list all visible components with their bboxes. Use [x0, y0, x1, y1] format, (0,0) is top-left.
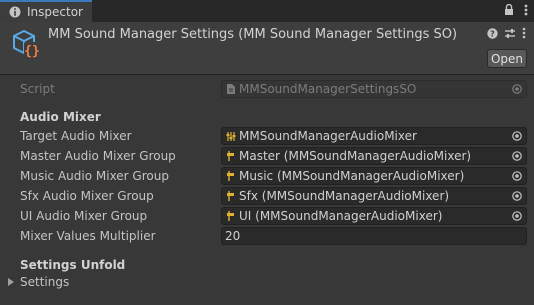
mixer-values-multiplier-label[interactable]: Mixer Values Multiplier	[20, 229, 156, 243]
mixer-values-multiplier-value: 20	[225, 229, 241, 243]
music-audio-mixer-group-value: Music (MMSoundManagerAudioMixer)	[239, 169, 465, 183]
music-audio-mixer-group-row: Music Audio Mixer Group Music (MMSoundMa…	[0, 166, 534, 186]
inspector-header: {} MM Sound Manager Settings (MM Sound M…	[0, 22, 534, 75]
target-audio-mixer-value: MMSoundManagerAudioMixer	[239, 129, 417, 143]
open-button[interactable]: Open	[487, 49, 527, 68]
settings-foldout[interactable]: Settings	[8, 275, 69, 289]
sfx-audio-mixer-group-row: Sfx Audio Mixer Group Sfx (MMSoundManage…	[0, 186, 534, 206]
ui-audio-mixer-group-field[interactable]: UI (MMSoundManagerAudioMixer)	[221, 207, 527, 225]
ui-audio-mixer-group-label: UI Audio Mixer Group	[20, 209, 148, 223]
scriptable-object-icon: {}	[13, 29, 40, 59]
mixer-group-icon	[227, 211, 234, 221]
master-audio-mixer-group-value: Master (MMSoundManagerAudioMixer)	[239, 149, 472, 163]
mixer-group-icon	[227, 151, 234, 161]
svg-text:?: ?	[490, 29, 495, 38]
page-title: MM Sound Manager Settings (MM Sound Mana…	[48, 27, 458, 42]
master-audio-mixer-group-label: Master Audio Mixer Group	[20, 149, 176, 163]
object-picker-icon[interactable]	[512, 191, 522, 201]
preset-icon[interactable]	[504, 28, 516, 39]
object-picker-icon[interactable]	[512, 211, 522, 221]
mixer-values-multiplier-input[interactable]: 20	[221, 227, 527, 245]
tab-bar: Inspector	[0, 0, 534, 22]
settings-foldout-label: Settings	[20, 275, 70, 289]
music-audio-mixer-group-field[interactable]: Music (MMSoundManagerAudioMixer)	[221, 167, 527, 185]
object-picker-icon[interactable]	[512, 171, 522, 181]
script-file-icon	[227, 84, 235, 94]
mixer-values-multiplier-row: Mixer Values Multiplier 20	[0, 226, 534, 246]
object-picker-icon	[512, 84, 522, 94]
section-settings-unfold: Settings Unfold	[20, 258, 126, 272]
script-field: MMSoundManagerSettingsSO	[221, 80, 527, 98]
ui-audio-mixer-group-value: UI (MMSoundManagerAudioMixer)	[239, 209, 443, 223]
help-icon[interactable]: ?	[487, 27, 498, 39]
mixer-group-icon	[227, 171, 234, 181]
info-icon	[9, 6, 21, 18]
object-picker-icon[interactable]	[512, 131, 522, 141]
mixer-group-icon	[227, 191, 234, 201]
script-value: MMSoundManagerSettingsSO	[239, 82, 417, 96]
tab-inspector[interactable]: Inspector	[0, 0, 92, 22]
master-audio-mixer-group-field[interactable]: Master (MMSoundManagerAudioMixer)	[221, 147, 527, 165]
section-audio-mixer: Audio Mixer	[20, 110, 101, 124]
mixer-icon	[226, 132, 236, 141]
svg-text:{}: {}	[24, 44, 40, 59]
master-audio-mixer-group-row: Master Audio Mixer Group Master (MMSound…	[0, 146, 534, 166]
foldout-arrow-icon	[8, 278, 14, 286]
ui-audio-mixer-group-row: UI Audio Mixer Group UI (MMSoundManagerA…	[0, 206, 534, 226]
object-picker-icon[interactable]	[512, 151, 522, 161]
sfx-audio-mixer-group-value: Sfx (MMSoundManagerAudioMixer)	[239, 189, 450, 203]
script-row: Script MMSoundManagerSettingsSO	[0, 79, 534, 99]
target-audio-mixer-field[interactable]: MMSoundManagerAudioMixer	[221, 127, 527, 145]
sfx-audio-mixer-group-field[interactable]: Sfx (MMSoundManagerAudioMixer)	[221, 187, 527, 205]
tab-label: Inspector	[27, 5, 83, 19]
target-audio-mixer-row: Target Audio Mixer MMSoundManagerAudioMi…	[0, 126, 534, 146]
more-options-icon[interactable]	[524, 4, 528, 16]
sfx-audio-mixer-group-label: Sfx Audio Mixer Group	[20, 189, 154, 203]
more-options-icon[interactable]	[522, 27, 526, 39]
lock-icon[interactable]	[504, 4, 514, 16]
target-audio-mixer-label: Target Audio Mixer	[20, 129, 132, 143]
music-audio-mixer-group-label: Music Audio Mixer Group	[20, 169, 169, 183]
script-label: Script	[20, 82, 55, 96]
